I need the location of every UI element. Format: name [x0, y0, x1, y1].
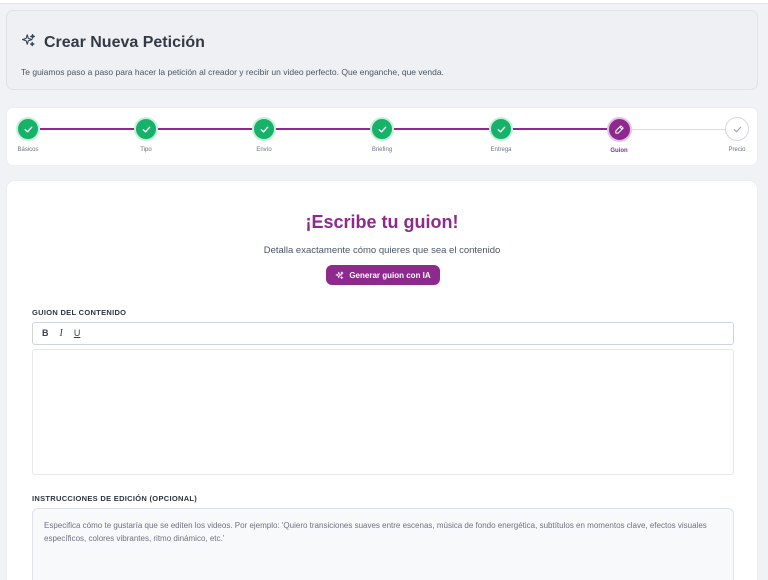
step-circle — [725, 117, 749, 141]
step-label: Tipo — [140, 147, 152, 153]
header-card: Crear Nueva Petición Te guiamos paso a p… — [6, 10, 758, 90]
editor-toolbar: B I U — [32, 322, 734, 345]
step-guion[interactable]: Guion — [589, 117, 649, 154]
pen-icon — [614, 125, 624, 134]
step-circle — [606, 117, 632, 142]
step-envio[interactable]: Envío — [234, 117, 294, 153]
check-icon — [142, 126, 150, 132]
sparkles-icon — [335, 271, 344, 279]
check-icon — [378, 126, 386, 132]
stepper: Básicos Tipo Envío Briefing Entrega Guio… — [6, 107, 758, 166]
page-title: Crear Nueva Petición — [44, 34, 205, 51]
step-label: Entrega — [490, 147, 512, 153]
top-strip — [0, 0, 768, 4]
step-precio[interactable]: Precio — [707, 117, 767, 153]
underline-button[interactable]: U — [74, 329, 81, 338]
step-tipo[interactable]: Tipo — [116, 117, 176, 153]
step-circle — [252, 117, 276, 141]
step-entrega[interactable]: Entrega — [471, 117, 531, 153]
step-label: Briefing — [371, 147, 393, 153]
italic-button[interactable]: I — [60, 328, 63, 339]
check-icon — [497, 126, 505, 132]
generate-script-ai-button[interactable]: Generar guion con IA — [326, 265, 440, 285]
step-briefing[interactable]: Briefing — [352, 117, 412, 153]
editing-instructions-input[interactable]: Especifica cómo te gustaría que se edite… — [32, 508, 734, 580]
step-label: Básicos — [17, 147, 39, 153]
sparkles-icon — [21, 33, 36, 53]
step-label: Guion — [610, 148, 628, 154]
script-label: GUION DEL CONTENIDO — [32, 308, 127, 317]
check-icon — [733, 126, 741, 132]
section-title: ¡Escribe tu guion! — [305, 212, 459, 232]
step-circle — [489, 117, 513, 141]
check-icon — [260, 126, 268, 132]
step-circle — [16, 117, 40, 141]
step-basicos[interactable]: Básicos — [0, 117, 58, 153]
instructions-placeholder: Especifica cómo te gustaría que se edite… — [44, 521, 707, 543]
script-editor[interactable] — [32, 349, 734, 475]
page-subtitle: Te guiamos paso a paso para hacer la pet… — [21, 67, 444, 77]
bold-button[interactable]: B — [42, 329, 49, 338]
script-card: ¡Escribe tu guion! Detalla exactamente c… — [6, 180, 758, 580]
section-subtitle: Detalla exactamente cómo quieres que sea… — [263, 245, 501, 256]
step-circle — [370, 117, 394, 141]
ai-button-label: Generar guion con IA — [349, 270, 431, 280]
instructions-label: INSTRUCCIONES DE EDICIÓN (OPCIONAL) — [32, 494, 198, 503]
step-circle — [134, 117, 158, 141]
check-icon — [24, 126, 32, 132]
step-label: Envío — [256, 147, 272, 153]
header-title-row: Crear Nueva Petición — [21, 33, 205, 53]
step-label: Precio — [728, 147, 746, 153]
